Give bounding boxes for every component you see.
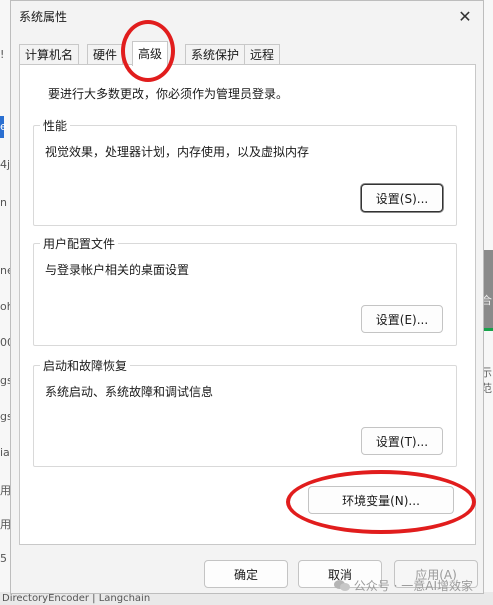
group-title-performance: 性能 <box>40 117 71 134</box>
close-icon: ✕ <box>458 6 472 26</box>
group-title-startup-recovery: 启动和故障恢复 <box>40 357 131 374</box>
tab-hardware[interactable]: 硬件 <box>87 44 124 65</box>
tab-remote[interactable]: 远程 <box>244 44 281 65</box>
watermark: 公众号 · 一意AI增效家 <box>333 577 473 594</box>
title-bar[interactable]: 系统属性 ✕ <box>11 1 483 31</box>
performance-settings-button[interactable]: 设置(S)... <box>361 184 443 212</box>
background-text: 4j <box>0 158 11 171</box>
wechat-icon <box>333 579 350 592</box>
user-profiles-group: 用户配置文件 与登录帐户相关的桌面设置 设置(E)... <box>33 235 457 346</box>
tab-system-protection[interactable]: 系统保护 <box>185 44 246 65</box>
background-text: ia <box>0 446 10 459</box>
ok-button[interactable]: 确定 <box>204 560 288 588</box>
group-description-performance: 视觉效果，处理器计划，内存使用，以及虚拟内存 <box>45 145 310 159</box>
tab-computer-name[interactable]: 计算机名 <box>19 44 80 65</box>
group-description-startup-recovery: 系统启动、系统故障和调试信息 <box>45 385 214 399</box>
group-title-user-profiles: 用户配置文件 <box>40 235 119 252</box>
tab-strip: 计算机名 硬件 高级 系统保护 远程 <box>19 41 479 66</box>
background-text: e <box>0 120 7 133</box>
background-text: DirectoryEncoder | Langchain <box>2 593 151 604</box>
admin-notice: 要进行大多数更改，你必须作为管理员登录。 <box>48 87 289 101</box>
watermark-text: 公众号 · 一意AI增效家 <box>353 579 473 593</box>
performance-group: 性能 视觉效果，处理器计划，内存使用，以及虚拟内存 设置(S)... <box>33 117 457 226</box>
background-text: 5 <box>0 552 7 565</box>
startup-recovery-settings-button[interactable]: 设置(T)... <box>361 427 443 455</box>
dialog-title: 系统属性 <box>19 10 68 24</box>
user-profiles-settings-button[interactable]: 设置(E)... <box>361 305 443 333</box>
group-description-user-profiles: 与登录帐户相关的桌面设置 <box>45 263 190 277</box>
background-text: ! <box>0 48 5 61</box>
close-button[interactable]: ✕ <box>447 1 483 31</box>
annotation-circle-advanced-tab <box>121 20 175 82</box>
startup-recovery-group: 启动和故障恢复 系统启动、系统故障和调试信息 设置(T)... <box>33 357 457 467</box>
annotation-circle-env-button <box>286 470 476 534</box>
